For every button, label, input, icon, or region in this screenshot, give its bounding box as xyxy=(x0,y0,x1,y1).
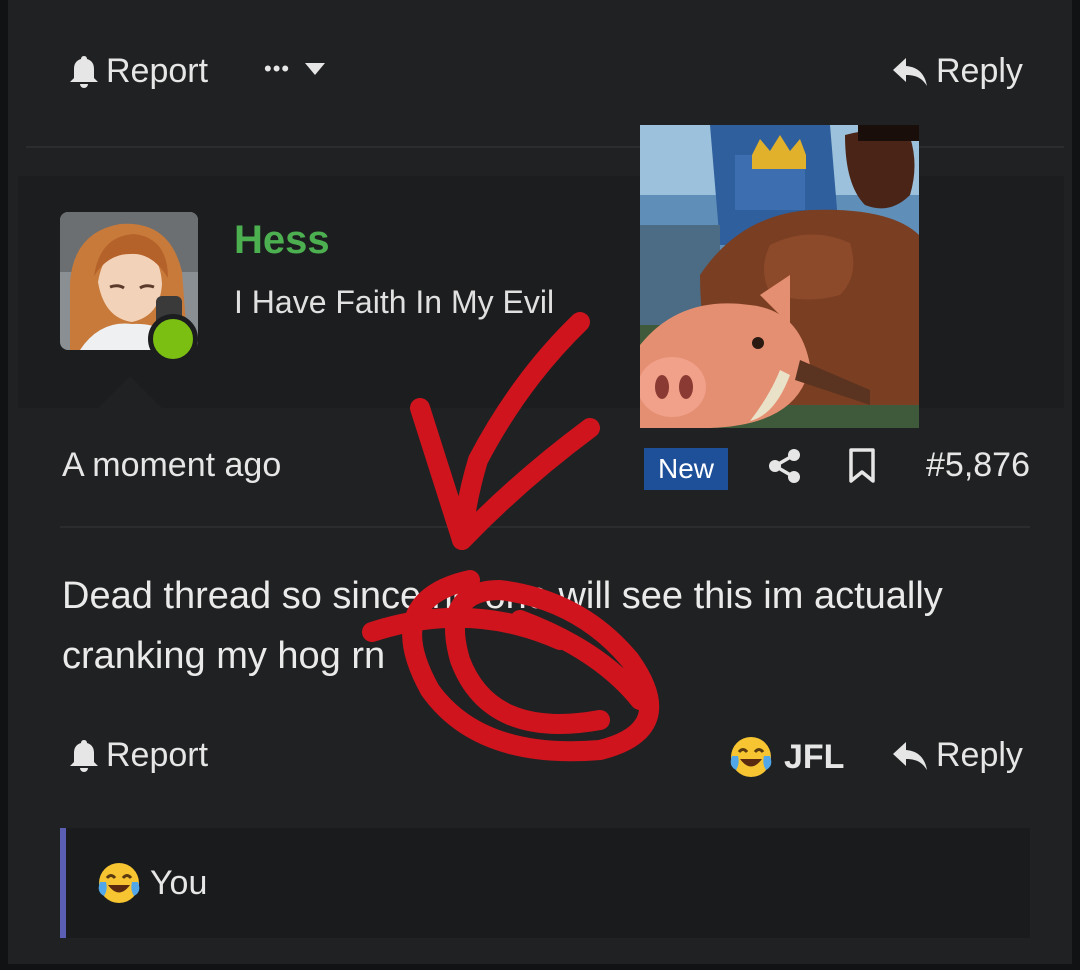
reactions-user-label: You xyxy=(150,863,208,902)
report-label: Report xyxy=(106,52,209,90)
crying-laughing-emoji-icon xyxy=(96,860,142,906)
post-timestamp[interactable]: A moment ago xyxy=(62,446,281,485)
bell-icon xyxy=(68,54,100,90)
reply-label: Reply xyxy=(936,736,1023,774)
user-title: I Have Faith In My Evil xyxy=(234,284,555,320)
jfl-reaction-button[interactable]: JFL xyxy=(728,734,844,780)
post-reply-button[interactable]: Reply xyxy=(892,736,1023,775)
username[interactable]: Hess xyxy=(234,218,330,263)
reply-label: Reply xyxy=(936,52,1023,90)
bookmark-icon[interactable] xyxy=(848,448,876,484)
more-options-button[interactable]: ••• xyxy=(264,56,326,82)
online-status-indicator xyxy=(148,314,198,364)
top-report-button[interactable]: Report xyxy=(68,52,208,91)
bell-icon xyxy=(68,738,100,774)
meta-divider xyxy=(60,526,1030,528)
chevron-down-icon xyxy=(304,62,326,76)
post-body: Dead thread so since no one will see thi… xyxy=(62,575,943,677)
new-badge: New xyxy=(644,448,728,490)
ellipsis-icon: ••• xyxy=(264,56,291,81)
crying-laughing-emoji-icon xyxy=(728,734,774,780)
reactions-summary[interactable]: You xyxy=(60,828,1030,938)
jfl-label: JFL xyxy=(784,737,845,776)
top-reply-button[interactable]: Reply xyxy=(892,52,1023,91)
meme-image xyxy=(640,125,919,428)
post-number-link[interactable]: #5,876 xyxy=(926,446,1030,485)
author-box-caret xyxy=(98,376,162,408)
share-icon[interactable] xyxy=(768,448,802,484)
report-label: Report xyxy=(106,736,209,774)
post-report-button[interactable]: Report xyxy=(68,736,208,775)
reply-arrow-icon xyxy=(892,56,928,88)
reply-arrow-icon xyxy=(892,740,928,772)
